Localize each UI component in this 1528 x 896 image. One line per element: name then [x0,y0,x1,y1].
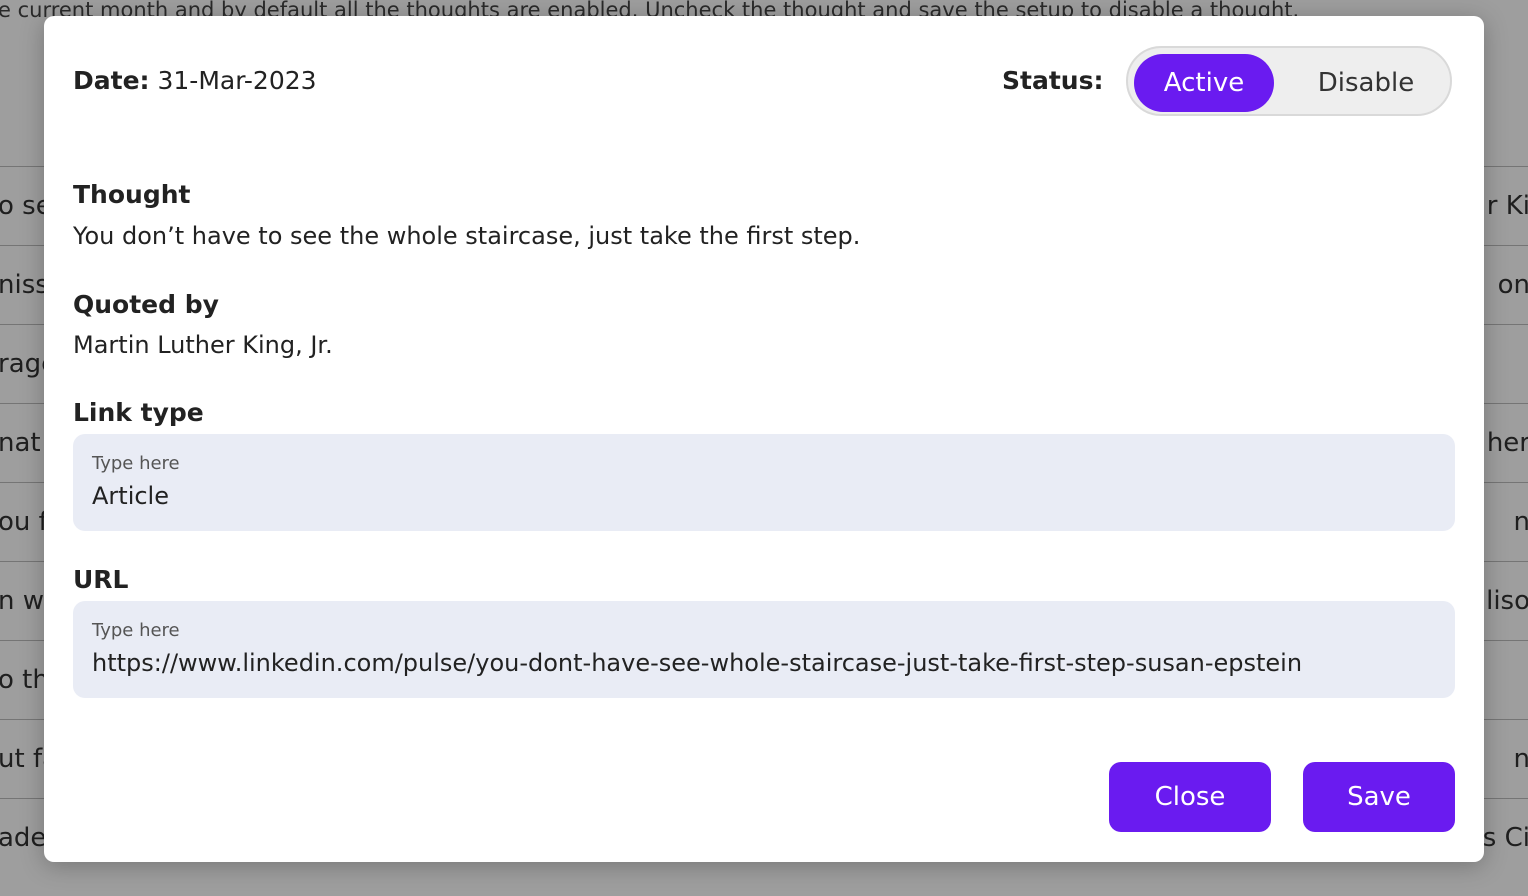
link-type-label: Link type [73,398,204,427]
link-type-value[interactable]: Article [92,482,1436,510]
status-disable-option[interactable]: Disable [1288,54,1444,112]
thought-text: You don’t have to see the whole staircas… [73,222,861,250]
url-placeholder: Type here [92,620,180,641]
date-row: Date: 31-Mar-2023 [73,66,317,95]
date-value: 31-Mar-2023 [157,66,317,95]
thought-edit-modal: Date: 31-Mar-2023 Status: Active Disable… [44,16,1484,862]
url-field[interactable]: Type here https://www.linkedin.com/pulse… [73,601,1455,698]
thought-label: Thought [73,180,191,209]
status-toggle[interactable]: Active Disable [1126,46,1452,116]
link-type-field[interactable]: Type here Article [73,434,1455,531]
date-label: Date: [73,66,150,95]
status-active-option[interactable]: Active [1134,54,1274,112]
status-label: Status: [1002,66,1104,95]
close-button[interactable]: Close [1109,762,1271,832]
quoted-by-label: Quoted by [73,290,219,319]
save-button[interactable]: Save [1303,762,1455,832]
quoted-by-value: Martin Luther King, Jr. [73,331,333,359]
url-value[interactable]: https://www.linkedin.com/pulse/you-dont-… [92,649,1436,677]
url-label: URL [73,565,129,594]
link-type-placeholder: Type here [92,453,180,474]
